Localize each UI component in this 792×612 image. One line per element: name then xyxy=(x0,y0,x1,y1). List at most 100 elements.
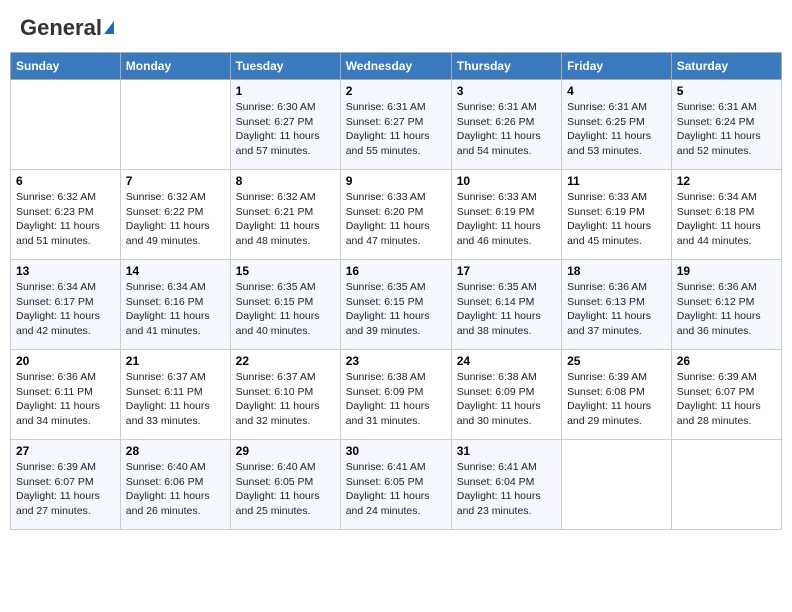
calendar-cell: 28 Sunrise: 6:40 AMSunset: 6:06 PMDaylig… xyxy=(120,440,230,530)
day-number: 16 xyxy=(346,264,446,278)
calendar-cell: 27 Sunrise: 6:39 AMSunset: 6:07 PMDaylig… xyxy=(11,440,121,530)
day-info: Sunrise: 6:37 AMSunset: 6:11 PMDaylight:… xyxy=(126,371,210,427)
day-number: 14 xyxy=(126,264,225,278)
day-number: 11 xyxy=(567,174,666,188)
day-number: 9 xyxy=(346,174,446,188)
day-number: 24 xyxy=(457,354,556,368)
day-number: 27 xyxy=(16,444,115,458)
calendar-week-1: 1 Sunrise: 6:30 AMSunset: 6:27 PMDayligh… xyxy=(11,80,782,170)
day-info: Sunrise: 6:33 AMSunset: 6:20 PMDaylight:… xyxy=(346,191,430,247)
weekday-header-sunday: Sunday xyxy=(11,53,121,80)
day-number: 22 xyxy=(236,354,335,368)
day-number: 30 xyxy=(346,444,446,458)
day-info: Sunrise: 6:36 AMSunset: 6:11 PMDaylight:… xyxy=(16,371,100,427)
day-number: 10 xyxy=(457,174,556,188)
calendar-cell: 30 Sunrise: 6:41 AMSunset: 6:05 PMDaylig… xyxy=(340,440,451,530)
calendar-cell: 3 Sunrise: 6:31 AMSunset: 6:26 PMDayligh… xyxy=(451,80,561,170)
calendar-cell: 19 Sunrise: 6:36 AMSunset: 6:12 PMDaylig… xyxy=(671,260,781,350)
calendar-cell xyxy=(120,80,230,170)
day-number: 7 xyxy=(126,174,225,188)
day-info: Sunrise: 6:37 AMSunset: 6:10 PMDaylight:… xyxy=(236,371,320,427)
calendar-cell: 20 Sunrise: 6:36 AMSunset: 6:11 PMDaylig… xyxy=(11,350,121,440)
day-info: Sunrise: 6:39 AMSunset: 6:08 PMDaylight:… xyxy=(567,371,651,427)
day-info: Sunrise: 6:32 AMSunset: 6:22 PMDaylight:… xyxy=(126,191,210,247)
day-info: Sunrise: 6:38 AMSunset: 6:09 PMDaylight:… xyxy=(457,371,541,427)
weekday-header-friday: Friday xyxy=(562,53,672,80)
calendar-cell: 25 Sunrise: 6:39 AMSunset: 6:08 PMDaylig… xyxy=(562,350,672,440)
weekday-header-tuesday: Tuesday xyxy=(230,53,340,80)
day-number: 2 xyxy=(346,84,446,98)
day-info: Sunrise: 6:33 AMSunset: 6:19 PMDaylight:… xyxy=(457,191,541,247)
day-info: Sunrise: 6:33 AMSunset: 6:19 PMDaylight:… xyxy=(567,191,651,247)
day-info: Sunrise: 6:39 AMSunset: 6:07 PMDaylight:… xyxy=(677,371,761,427)
day-number: 20 xyxy=(16,354,115,368)
day-number: 25 xyxy=(567,354,666,368)
weekday-header-monday: Monday xyxy=(120,53,230,80)
day-info: Sunrise: 6:40 AMSunset: 6:05 PMDaylight:… xyxy=(236,461,320,517)
page-header: General xyxy=(10,10,782,42)
day-info: Sunrise: 6:31 AMSunset: 6:26 PMDaylight:… xyxy=(457,101,541,157)
calendar-cell: 6 Sunrise: 6:32 AMSunset: 6:23 PMDayligh… xyxy=(11,170,121,260)
day-number: 12 xyxy=(677,174,776,188)
weekday-header-wednesday: Wednesday xyxy=(340,53,451,80)
calendar-table: SundayMondayTuesdayWednesdayThursdayFrid… xyxy=(10,52,782,530)
calendar-cell: 4 Sunrise: 6:31 AMSunset: 6:25 PMDayligh… xyxy=(562,80,672,170)
day-number: 26 xyxy=(677,354,776,368)
day-info: Sunrise: 6:34 AMSunset: 6:17 PMDaylight:… xyxy=(16,281,100,337)
day-info: Sunrise: 6:34 AMSunset: 6:16 PMDaylight:… xyxy=(126,281,210,337)
calendar-cell: 12 Sunrise: 6:34 AMSunset: 6:18 PMDaylig… xyxy=(671,170,781,260)
day-number: 5 xyxy=(677,84,776,98)
day-number: 1 xyxy=(236,84,335,98)
day-info: Sunrise: 6:38 AMSunset: 6:09 PMDaylight:… xyxy=(346,371,430,427)
day-info: Sunrise: 6:32 AMSunset: 6:23 PMDaylight:… xyxy=(16,191,100,247)
calendar-cell: 22 Sunrise: 6:37 AMSunset: 6:10 PMDaylig… xyxy=(230,350,340,440)
day-info: Sunrise: 6:39 AMSunset: 6:07 PMDaylight:… xyxy=(16,461,100,517)
day-number: 28 xyxy=(126,444,225,458)
logo-triangle-icon xyxy=(104,21,114,34)
calendar-cell: 1 Sunrise: 6:30 AMSunset: 6:27 PMDayligh… xyxy=(230,80,340,170)
day-number: 8 xyxy=(236,174,335,188)
logo: General xyxy=(20,15,114,37)
day-number: 29 xyxy=(236,444,335,458)
calendar-cell: 26 Sunrise: 6:39 AMSunset: 6:07 PMDaylig… xyxy=(671,350,781,440)
day-info: Sunrise: 6:36 AMSunset: 6:13 PMDaylight:… xyxy=(567,281,651,337)
calendar-cell: 2 Sunrise: 6:31 AMSunset: 6:27 PMDayligh… xyxy=(340,80,451,170)
day-info: Sunrise: 6:40 AMSunset: 6:06 PMDaylight:… xyxy=(126,461,210,517)
day-number: 13 xyxy=(16,264,115,278)
day-info: Sunrise: 6:35 AMSunset: 6:15 PMDaylight:… xyxy=(236,281,320,337)
weekday-header-thursday: Thursday xyxy=(451,53,561,80)
calendar-cell: 29 Sunrise: 6:40 AMSunset: 6:05 PMDaylig… xyxy=(230,440,340,530)
calendar-cell xyxy=(11,80,121,170)
day-number: 17 xyxy=(457,264,556,278)
calendar-cell: 21 Sunrise: 6:37 AMSunset: 6:11 PMDaylig… xyxy=(120,350,230,440)
calendar-week-3: 13 Sunrise: 6:34 AMSunset: 6:17 PMDaylig… xyxy=(11,260,782,350)
calendar-week-5: 27 Sunrise: 6:39 AMSunset: 6:07 PMDaylig… xyxy=(11,440,782,530)
day-number: 19 xyxy=(677,264,776,278)
calendar-cell: 17 Sunrise: 6:35 AMSunset: 6:14 PMDaylig… xyxy=(451,260,561,350)
calendar-cell: 31 Sunrise: 6:41 AMSunset: 6:04 PMDaylig… xyxy=(451,440,561,530)
day-number: 6 xyxy=(16,174,115,188)
day-info: Sunrise: 6:31 AMSunset: 6:24 PMDaylight:… xyxy=(677,101,761,157)
calendar-cell: 5 Sunrise: 6:31 AMSunset: 6:24 PMDayligh… xyxy=(671,80,781,170)
day-number: 21 xyxy=(126,354,225,368)
calendar-cell xyxy=(671,440,781,530)
calendar-week-2: 6 Sunrise: 6:32 AMSunset: 6:23 PMDayligh… xyxy=(11,170,782,260)
day-number: 18 xyxy=(567,264,666,278)
day-number: 31 xyxy=(457,444,556,458)
day-number: 15 xyxy=(236,264,335,278)
calendar-cell: 9 Sunrise: 6:33 AMSunset: 6:20 PMDayligh… xyxy=(340,170,451,260)
calendar-cell: 18 Sunrise: 6:36 AMSunset: 6:13 PMDaylig… xyxy=(562,260,672,350)
day-info: Sunrise: 6:35 AMSunset: 6:14 PMDaylight:… xyxy=(457,281,541,337)
day-info: Sunrise: 6:34 AMSunset: 6:18 PMDaylight:… xyxy=(677,191,761,247)
day-info: Sunrise: 6:30 AMSunset: 6:27 PMDaylight:… xyxy=(236,101,320,157)
calendar-cell: 13 Sunrise: 6:34 AMSunset: 6:17 PMDaylig… xyxy=(11,260,121,350)
calendar-week-4: 20 Sunrise: 6:36 AMSunset: 6:11 PMDaylig… xyxy=(11,350,782,440)
weekday-header-row: SundayMondayTuesdayWednesdayThursdayFrid… xyxy=(11,53,782,80)
weekday-header-saturday: Saturday xyxy=(671,53,781,80)
day-info: Sunrise: 6:36 AMSunset: 6:12 PMDaylight:… xyxy=(677,281,761,337)
day-info: Sunrise: 6:31 AMSunset: 6:25 PMDaylight:… xyxy=(567,101,651,157)
calendar-cell: 23 Sunrise: 6:38 AMSunset: 6:09 PMDaylig… xyxy=(340,350,451,440)
day-info: Sunrise: 6:41 AMSunset: 6:05 PMDaylight:… xyxy=(346,461,430,517)
day-info: Sunrise: 6:31 AMSunset: 6:27 PMDaylight:… xyxy=(346,101,430,157)
calendar-cell: 8 Sunrise: 6:32 AMSunset: 6:21 PMDayligh… xyxy=(230,170,340,260)
